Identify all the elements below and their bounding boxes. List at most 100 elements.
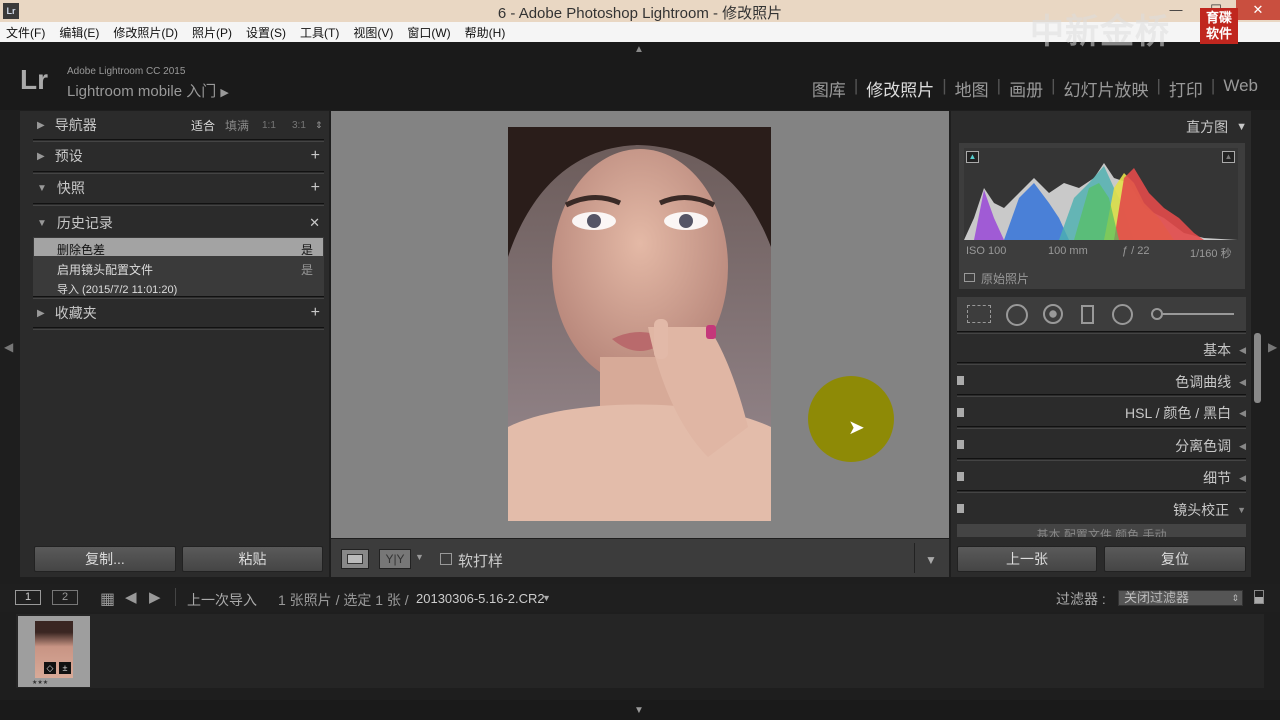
tone-curve-header[interactable]: 色调曲线 ◀	[957, 368, 1246, 396]
filter-select[interactable]: 关闭过滤器 ⇕	[1118, 590, 1243, 606]
zoom-fill[interactable]: 填满	[225, 117, 249, 134]
menu-photo[interactable]: 照片(P)	[192, 24, 232, 41]
filter-value: 关闭过滤器	[1124, 590, 1190, 605]
original-photo-checkbox[interactable]	[964, 273, 975, 282]
module-picker: 图库 | 修改照片 | 地图 | 画册 | 幻灯片放映 | 打印 | Web	[804, 76, 1266, 101]
histogram-header[interactable]: 直方图 ▼	[957, 113, 1247, 141]
menu-view[interactable]: 视图(V)	[353, 24, 393, 41]
history-header[interactable]: ▼ 历史记录 ✕	[37, 209, 324, 237]
loupe-view-icon[interactable]	[341, 549, 369, 569]
paste-settings-button[interactable]: 粘贴	[182, 546, 323, 572]
close-button[interactable]: ✕	[1236, 0, 1280, 20]
source-label[interactable]: 上一次导入	[187, 590, 257, 610]
menu-window[interactable]: 窗口(W)	[407, 24, 450, 41]
clear-history-icon[interactable]: ✕	[309, 215, 320, 231]
main-window-button[interactable]: 1	[15, 590, 41, 605]
split-toning-header[interactable]: 分离色调 ◀	[957, 432, 1246, 460]
add-collection-icon[interactable]: +	[311, 304, 320, 322]
zoom-3-1[interactable]: 3:1	[292, 120, 306, 131]
red-eye-icon[interactable]	[1043, 304, 1063, 324]
shadow-clipping-icon[interactable]: ▲	[966, 151, 979, 163]
module-print[interactable]: 打印	[1161, 76, 1211, 101]
module-map[interactable]: 地图	[947, 76, 997, 101]
collapse-arrow-icon: ▼	[1236, 121, 1247, 133]
menu-help[interactable]: 帮助(H)	[465, 24, 506, 41]
expand-arrow-icon: ▶	[37, 307, 45, 319]
divider	[957, 331, 1246, 334]
lens-corrections-tabs[interactable]: 基本 配置文件 颜色 手动	[957, 524, 1246, 537]
watermark-badge: 育碟 软件	[1200, 8, 1238, 44]
navigator-header[interactable]: ▶ 导航器 适合 填满 1:1 3:1 ⇕	[37, 111, 324, 139]
collapse-bottom-panel-arrow[interactable]: ▼	[634, 705, 644, 716]
module-book[interactable]: 画册	[1001, 76, 1051, 101]
history-label: 历史记录	[56, 215, 113, 231]
portrait-photo[interactable]	[508, 127, 771, 521]
filename-dropdown-icon[interactable]: ▼	[542, 593, 551, 603]
history-item-name[interactable]: 删除色差	[57, 241, 105, 258]
graduated-filter-icon[interactable]	[1081, 305, 1094, 324]
panel-collapse-icon: ▼	[1237, 505, 1246, 515]
basic-label: 基本	[1203, 342, 1232, 358]
navigator-label: 导航器	[54, 117, 97, 133]
zoom-fit[interactable]: 适合	[191, 117, 215, 134]
forward-arrow-icon[interactable]: ▶	[149, 588, 161, 606]
presets-header[interactable]: ▶ 预设 +	[37, 142, 324, 170]
crop-tool-icon[interactable]	[967, 305, 991, 323]
view-dropdown-icon[interactable]: ▼	[415, 552, 424, 562]
soft-proof-checkbox[interactable]	[440, 553, 452, 565]
history-item-name[interactable]: 启用镜头配置文件	[57, 261, 153, 278]
split-toning-label: 分离色调	[1175, 438, 1232, 454]
spot-removal-icon[interactable]	[1006, 304, 1028, 326]
highlight-clipping-icon[interactable]: ▲	[1222, 151, 1235, 163]
lightroom-mobile-label: Lightroom mobile 入门	[67, 83, 217, 100]
history-item-name[interactable]: 导入 (2015/7/2 11:01:20)	[57, 281, 177, 297]
tone-curve-label: 色调曲线	[1175, 374, 1232, 390]
histogram-chart[interactable]	[964, 148, 1238, 240]
zoom-stepper-icon[interactable]: ⇕	[315, 120, 323, 131]
copy-settings-button[interactable]: 复制...	[34, 546, 176, 572]
right-panel-toggle-icon[interactable]: ▶	[1268, 340, 1277, 354]
hsl-header[interactable]: HSL / 颜色 / 黑白 ◀	[957, 399, 1246, 427]
lens-corrections-header[interactable]: 镜头校正 ▼	[957, 496, 1246, 524]
left-panel-toggle-icon[interactable]: ◀	[4, 340, 13, 354]
add-preset-icon[interactable]: +	[311, 147, 320, 165]
toolbar-options-icon[interactable]: ▼	[925, 553, 937, 567]
module-library[interactable]: 图库	[804, 76, 854, 101]
radial-filter-icon[interactable]	[1112, 304, 1133, 325]
menu-develop[interactable]: 修改照片(D)	[113, 24, 178, 41]
brush-slider[interactable]	[1152, 313, 1234, 315]
add-snapshot-icon[interactable]: +	[311, 179, 320, 197]
panel-expand-icon: ◀	[1239, 407, 1246, 418]
right-panel-scrollbar[interactable]	[1254, 333, 1261, 403]
zoom-1-1[interactable]: 1:1	[262, 120, 276, 131]
reset-button[interactable]: 复位	[1104, 546, 1246, 572]
collapse-top-panel-arrow[interactable]: ▲	[634, 44, 644, 55]
photo-count: 1 张照片 / 选定 1 张 /	[278, 592, 409, 608]
collections-header[interactable]: ▶ 收藏夹 +	[37, 299, 324, 327]
star-rating[interactable]: ★★★	[32, 679, 48, 686]
menu-file[interactable]: 文件(F)	[6, 24, 45, 41]
histogram-label: 直方图	[1186, 119, 1229, 135]
menu-tools[interactable]: 工具(T)	[300, 24, 339, 41]
filename-label[interactable]: 20130306-5.16-2.CR2	[416, 591, 545, 606]
collections-label: 收藏夹	[54, 305, 97, 321]
menu-edit[interactable]: 编辑(E)	[59, 24, 99, 41]
grid-view-icon[interactable]: ▦	[100, 589, 115, 609]
brush-slider-handle[interactable]	[1151, 308, 1163, 320]
second-window-button[interactable]: 2	[52, 590, 78, 605]
snapshots-header[interactable]: ▼ 快照 +	[37, 174, 324, 202]
module-web[interactable]: Web	[1215, 76, 1266, 101]
menu-settings[interactable]: 设置(S)	[246, 24, 286, 41]
panel-expand-icon: ◀	[1239, 376, 1246, 387]
detail-header[interactable]: 细节 ◀	[957, 464, 1246, 492]
module-develop[interactable]: 修改照片	[858, 76, 942, 101]
filter-lock-icon[interactable]	[1254, 590, 1264, 604]
original-photo-label: 原始照片	[981, 272, 1030, 286]
module-slideshow[interactable]: 幻灯片放映	[1056, 76, 1157, 101]
before-after-view-icon[interactable]: Y|Y	[379, 549, 411, 569]
previous-button[interactable]: 上一张	[957, 546, 1097, 572]
lightroom-mobile-link[interactable]: Lightroom mobile 入门 ▶	[67, 80, 229, 101]
back-arrow-icon[interactable]: ◀	[125, 588, 137, 606]
divider	[175, 588, 176, 606]
basic-panel-header[interactable]: 基本 ◀	[957, 336, 1246, 364]
